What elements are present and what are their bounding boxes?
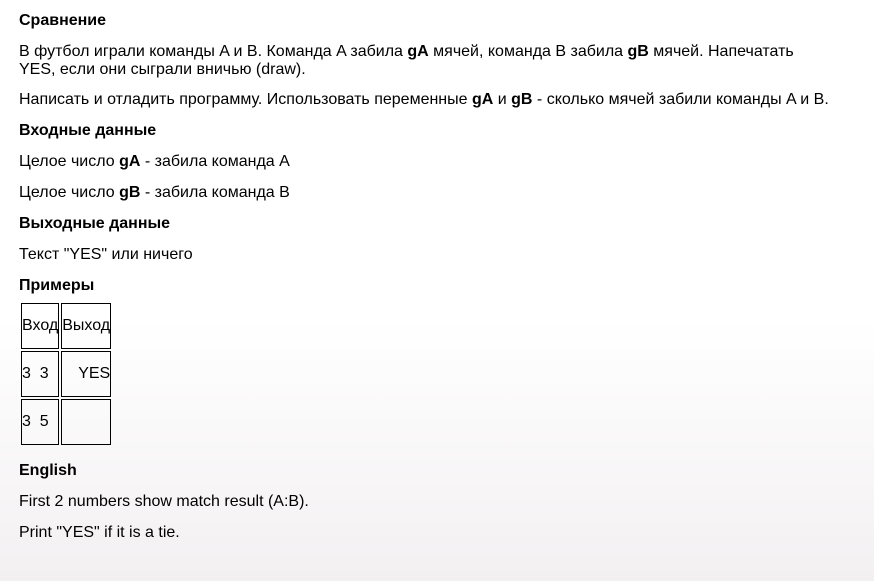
input-heading: Входные данные — [19, 122, 157, 139]
task-paragraph-2: Написать и отладить программу. Использов… — [19, 91, 831, 109]
text-segment: и — [493, 91, 512, 108]
english-heading: English — [19, 462, 77, 479]
text-segment: В футбол играли команды A и B. Команда A… — [19, 43, 408, 60]
var-gb: gB — [627, 43, 649, 60]
input-line-2: Целое число gB - забила команда B — [19, 184, 831, 202]
input-line-1: Целое число gA - забила команда A — [19, 153, 831, 171]
table-header-row: Вход Выход — [21, 303, 112, 349]
english-line-2: Print "YES" if it is a tie. — [19, 524, 180, 541]
example-output-cell — [61, 399, 112, 445]
examples-heading: Примеры — [19, 277, 95, 294]
output-line-1: Текст "YES" или ничего — [19, 246, 193, 263]
text-segment: Целое число — [19, 184, 120, 201]
table-row: 3 3 YES — [21, 351, 112, 397]
problem-title: Сравнение — [19, 12, 107, 29]
var-gb: gB — [511, 91, 533, 108]
english-line-1: First 2 numbers show match result (A:B). — [19, 493, 309, 510]
text-segment: Целое число — [19, 153, 120, 170]
text-segment: - забила команда A — [140, 153, 290, 170]
var-ga: gA — [119, 153, 141, 170]
task-paragraph-1: В футбол играли команды A и B. Команда A… — [19, 43, 831, 79]
var-gb: gB — [119, 184, 141, 201]
var-ga: gA — [471, 91, 494, 108]
text-segment: мячей, команда B забила — [428, 43, 628, 60]
text-segment: - сколько мячей забили команды A и B. — [532, 91, 829, 108]
output-heading: Выходные данные — [19, 215, 171, 232]
var-ga: gA — [407, 43, 429, 60]
header-cell-output: Выход — [61, 303, 112, 349]
example-input-cell: 3 3 — [21, 351, 60, 397]
problem-statement: Сравнение В футбол играли команды A и B.… — [19, 12, 831, 542]
text-segment: - забила команда B — [140, 184, 290, 201]
text-segment: Написать и отладить программу. Использов… — [19, 91, 472, 108]
example-output-cell: YES — [61, 351, 112, 397]
example-input-cell: 3 5 — [21, 399, 60, 445]
examples-table: Вход Выход 3 3 YES 3 5 — [19, 301, 113, 447]
header-cell-input: Вход — [21, 303, 60, 349]
table-row: 3 5 — [21, 399, 112, 445]
